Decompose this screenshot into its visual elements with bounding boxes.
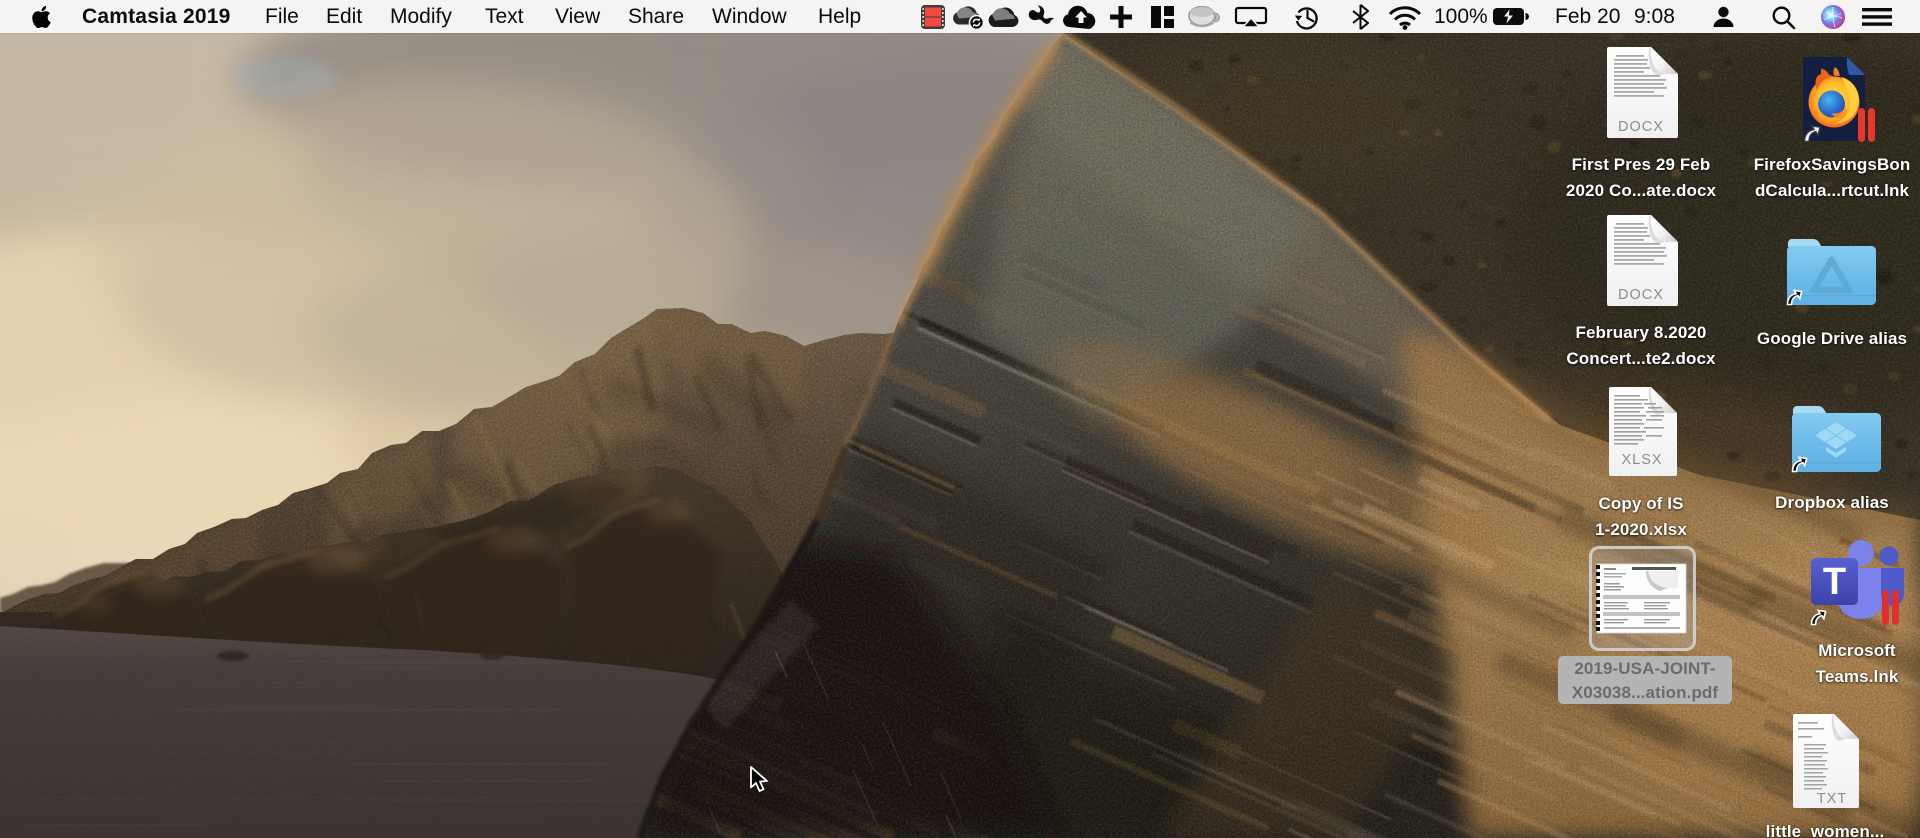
- svg-text:T: T: [1823, 561, 1846, 603]
- svg-text:XLSX: XLSX: [1621, 452, 1662, 468]
- svg-text:TXT: TXT: [1817, 791, 1847, 807]
- svg-text:DOCX: DOCX: [1618, 287, 1664, 303]
- svg-text:DOCX: DOCX: [1618, 119, 1664, 135]
